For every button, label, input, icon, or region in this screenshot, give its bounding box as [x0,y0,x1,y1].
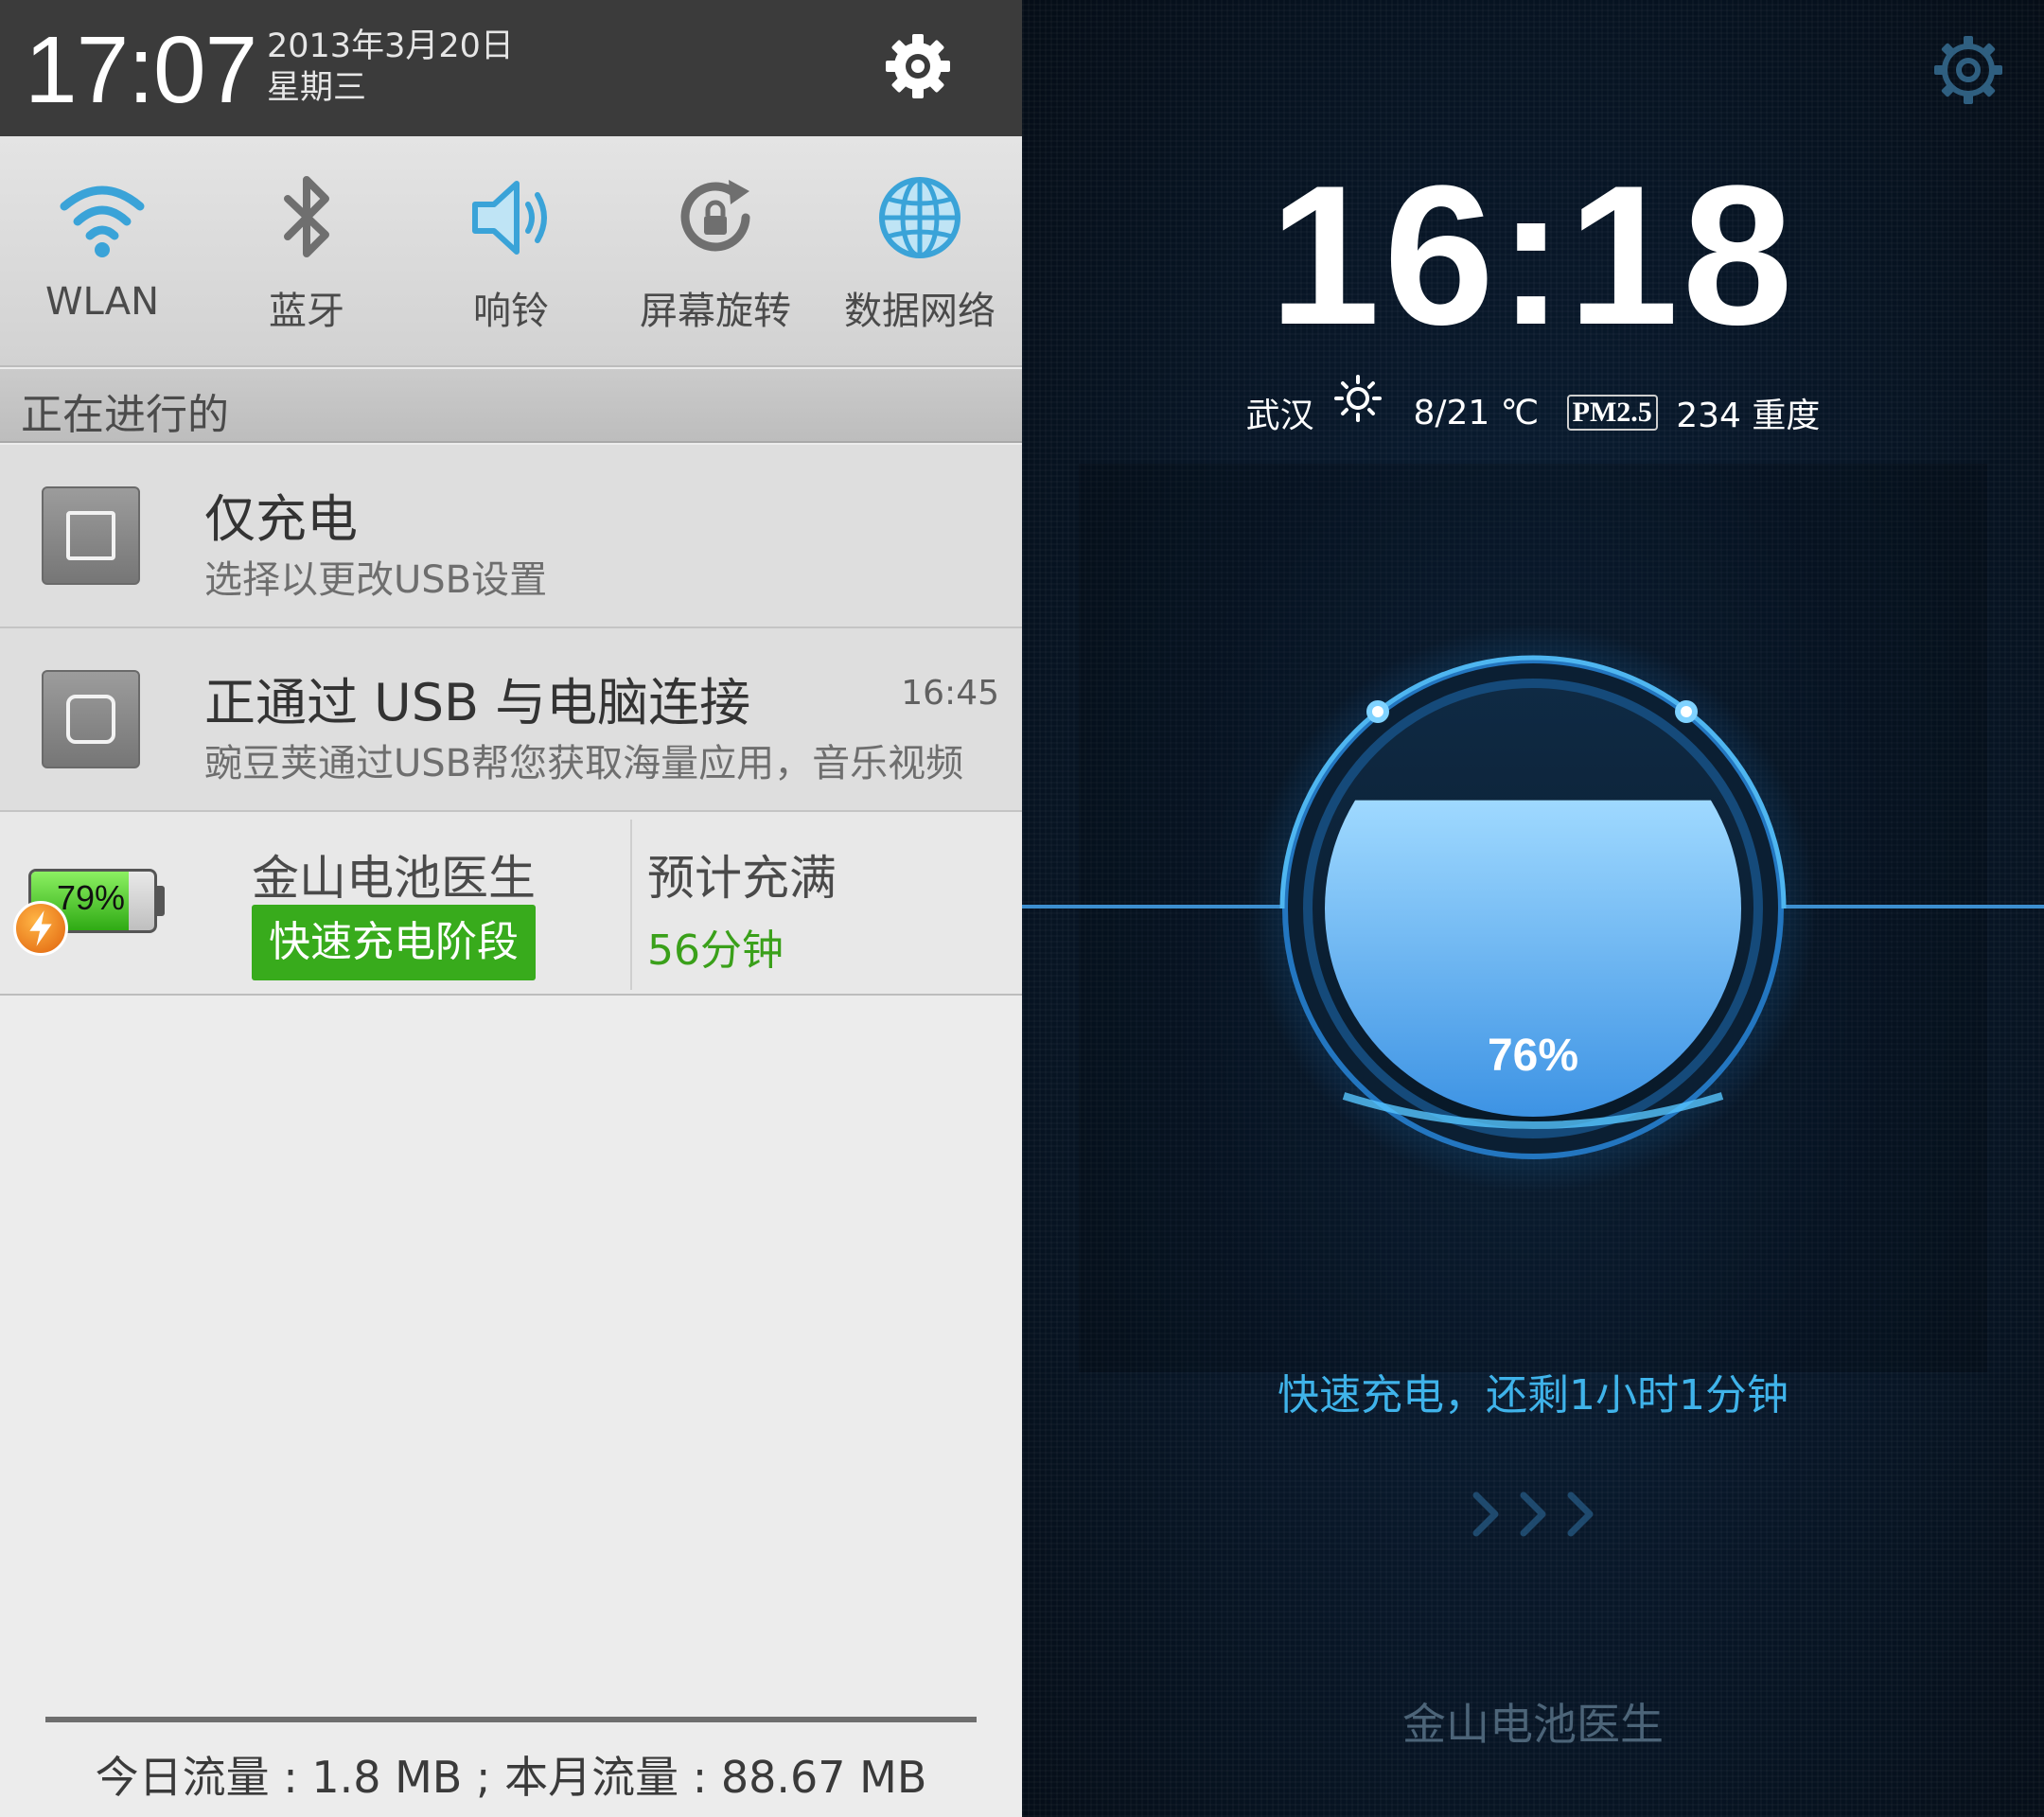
toggle-label: 蓝牙 [269,290,344,333]
toggle-data-network[interactable]: 数据网络 [818,136,1022,367]
notification-subtitle: 豌豆荚通过USB帮您获取海量应用，音乐视频 [204,742,964,785]
toggle-ringer[interactable]: 响铃 [409,136,613,367]
notification-battery-doctor[interactable]: 79% 金山电池医生 快速充电阶段 预计充满 56分钟 [0,812,1022,996]
charging-status: 快速充电，还剩1小时1分钟 [1278,1371,1788,1420]
gear-icon[interactable] [1930,32,2006,108]
app-brand: 金山电池医生 [1402,1699,1664,1750]
data-traffic-summary: 今日流量 : 1.8 MB ; 本月流量 : 88.67 MB [95,1752,927,1803]
toggle-rotation[interactable]: 屏幕旋转 [613,136,818,367]
speaker-icon [472,181,547,255]
toggle-label: 数据网络 [844,290,996,333]
estimate-value: 56分钟 [647,926,784,975]
notification-shade: 17:07 2013年3月20日 星期三 WLAN 蓝牙 响铃 屏幕旋转 数据网… [0,0,1022,1817]
notification-charge-only[interactable]: 仅充电 选择以更改USB设置 [0,445,1022,628]
chevron-right-icon [1472,1491,1594,1537]
toggle-label: 响铃 [473,290,549,333]
pm25-badge: PM2.5 [1566,395,1658,431]
shade-clock: 17:07 [25,17,257,123]
estimate-label: 预计充满 [647,851,837,906]
weather-row: 武汉 8/21 ℃ PM2.5 234 重度 [1022,375,2044,435]
divider [630,820,632,990]
toggle-wlan[interactable]: WLAN [0,136,204,367]
globe-icon [879,177,960,258]
toggle-label: WLAN [44,280,160,324]
notification-usb-connected[interactable]: 正通过 USB 与电脑连接 豌豆荚通过USB帮您获取海量应用，音乐视频 16:4… [0,628,1022,812]
shade-date: 2013年3月20日 [267,27,514,65]
quick-toggles: WLAN 蓝牙 响铃 屏幕旋转 数据网络 [0,136,1022,367]
toggle-bluetooth[interactable]: 蓝牙 [204,136,409,367]
notification-time: 16:45 [901,674,999,713]
battery-cap [157,886,165,916]
lightning-icon [13,901,68,956]
rotation-lock-icon [680,180,750,252]
shade-drag-handle[interactable] [45,1717,977,1722]
charging-stage-badge: 快速充电阶段 [252,905,536,980]
bluetooth-icon [284,176,329,257]
wandoujia-icon [42,670,140,768]
charge-gauge [1022,625,2044,1192]
gear-icon[interactable] [880,28,956,104]
notification-subtitle: 选择以更改USB设置 [204,558,548,602]
ongoing-section-header: 正在进行的 [0,369,1022,443]
shade-header: 17:07 2013年3月20日 星期三 [0,0,1022,136]
lock-clock: 16:18 [1269,144,1797,366]
ongoing-label: 正在进行的 [21,391,229,439]
notification-title: 正通过 USB 与电脑连接 [204,673,751,732]
notification-title: 仅充电 [204,489,358,549]
battery-doctor-screen: 16:18 武汉 8/21 ℃ PM2.5 234 重度 76% 快速充电，还剩… [1022,0,2044,1817]
toggle-label: 屏幕旋转 [640,290,791,333]
shade-weekday: 星期三 [267,69,367,107]
pm25-value: 234 重度 [1676,397,1821,435]
usb-settings-icon [42,486,140,585]
city-name: 武汉 [1245,397,1314,435]
wifi-icon [60,185,145,257]
temperature: 8/21 ℃ [1413,393,1540,432]
battery-app-name: 金山电池医生 [252,851,536,906]
charge-percent: 76% [1487,1031,1579,1081]
sun-icon [1334,375,1383,422]
battery-percent: 79% [57,878,126,917]
